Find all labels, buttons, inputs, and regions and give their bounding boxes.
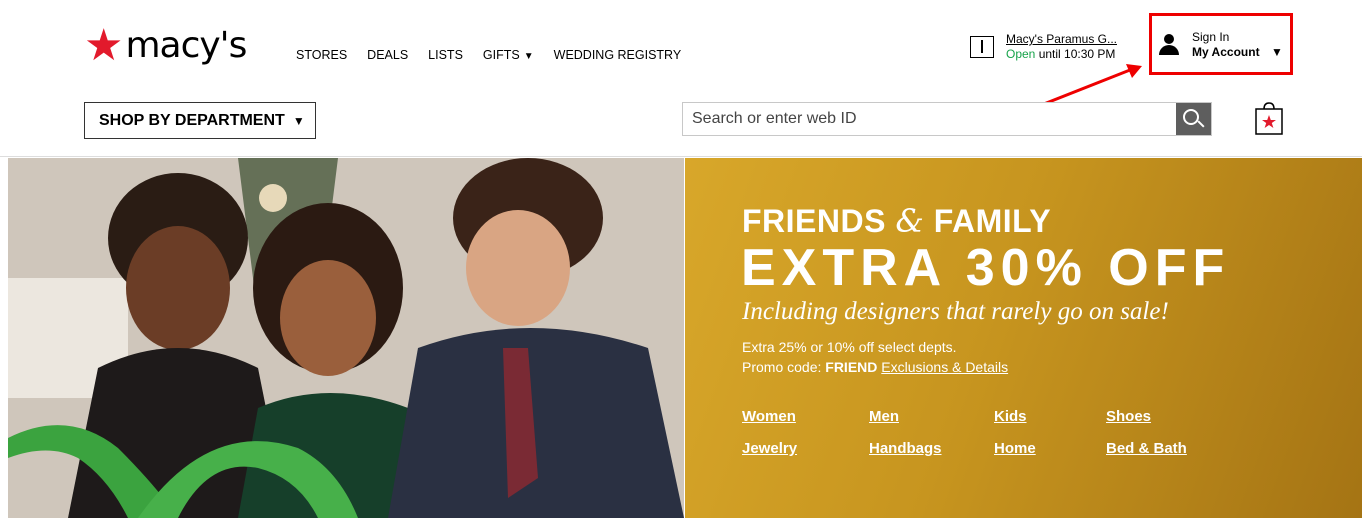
- promo-title-part1: FRIENDS: [742, 203, 896, 239]
- search-icon: [1183, 109, 1199, 125]
- hero-photo[interactable]: [8, 158, 684, 518]
- chevron-down-icon: ▼: [292, 113, 305, 128]
- nav-wedding-registry[interactable]: WEDDING REGISTRY: [554, 48, 682, 62]
- department-label: SHOP BY DEPARTMENT: [99, 111, 285, 129]
- category-link-kids[interactable]: Kids: [994, 408, 1106, 425]
- promo-detail-text: Extra 25% or 10% off select depts.: [742, 339, 957, 355]
- nav-lists[interactable]: LISTS: [428, 48, 463, 62]
- shopping-bag-icon[interactable]: [1255, 101, 1283, 135]
- account-menu[interactable]: Sign In My Account: [1158, 30, 1260, 60]
- search-button[interactable]: [1176, 103, 1211, 135]
- promo-code-prefix: Promo code:: [742, 359, 826, 375]
- top-nav: STORES DEALS LISTS GIFTS ▼ WEDDING REGIST…: [296, 48, 681, 62]
- category-link-jewelry[interactable]: Jewelry: [742, 440, 869, 457]
- promo-title-ampersand: &: [895, 202, 925, 240]
- my-account-label: My Account: [1192, 45, 1260, 59]
- shop-by-department-button[interactable]: SHOP BY DEPARTMENT ▼: [84, 102, 316, 139]
- logo-wordmark: macy's: [125, 25, 247, 66]
- store-name-link[interactable]: Macy's Paramus G...: [1006, 32, 1117, 47]
- person-icon: [1158, 34, 1180, 56]
- header-divider: [0, 156, 1362, 157]
- sign-in-label: Sign In: [1192, 30, 1230, 44]
- nav-stores[interactable]: STORES: [296, 48, 347, 62]
- chevron-down-icon: ▼: [523, 51, 534, 62]
- exclusions-link[interactable]: Exclusions & Details: [881, 359, 1008, 375]
- category-link-handbags[interactable]: Handbags: [869, 440, 994, 457]
- promo-details: Extra 25% or 10% off select depts. Promo…: [742, 337, 1008, 377]
- category-link-women[interactable]: Women: [742, 408, 869, 425]
- category-link-bed-bath[interactable]: Bed & Bath: [1106, 440, 1226, 457]
- macys-logo[interactable]: ★ macy's: [84, 21, 247, 70]
- promo-headline: EXTRA 30% OFF: [741, 239, 1231, 297]
- promo-category-links: Women Men Kids Shoes Jewelry Handbags Ho…: [742, 408, 1226, 457]
- nav-gifts[interactable]: GIFTS ▼: [483, 48, 534, 62]
- logo-star-icon: ★: [84, 21, 124, 70]
- store-door-icon: [970, 36, 994, 58]
- promo-title-part2: FAMILY: [924, 203, 1052, 239]
- promo-title: FRIENDS & FAMILY: [742, 202, 1051, 240]
- promo-subheadline: Including designers that rarely go on sa…: [742, 298, 1169, 325]
- account-caret-icon[interactable]: ▼: [1271, 45, 1283, 59]
- category-link-home[interactable]: Home: [994, 440, 1106, 457]
- nav-deals[interactable]: DEALS: [367, 48, 408, 62]
- nav-gifts-label: GIFTS: [482, 48, 520, 62]
- category-link-shoes[interactable]: Shoes: [1106, 408, 1226, 425]
- search-input[interactable]: [683, 103, 1176, 135]
- category-link-men[interactable]: Men: [869, 408, 994, 425]
- hero-people-image: [8, 158, 684, 518]
- promo-panel[interactable]: FRIENDS & FAMILY EXTRA 30% OFF Including…: [685, 158, 1362, 518]
- promo-code: FRIEND: [825, 359, 878, 375]
- search-bar: [682, 102, 1212, 136]
